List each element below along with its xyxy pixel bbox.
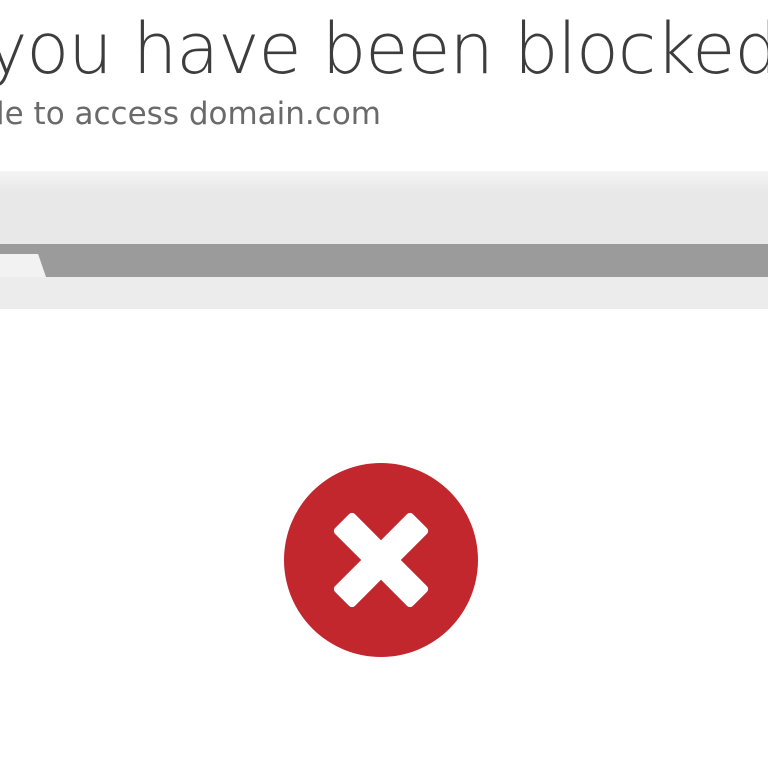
blocked-page: you have been blocked le to access domai… (0, 0, 768, 768)
page-title: you have been blocked (0, 8, 768, 90)
browser-tab-strip (0, 244, 768, 277)
browser-window-illustration (0, 171, 768, 309)
error-icon (284, 463, 478, 657)
browser-title-bar (0, 171, 768, 244)
browser-toolbar (0, 277, 768, 309)
page-subtitle: le to access domain.com (0, 96, 381, 132)
browser-tab (0, 254, 46, 277)
